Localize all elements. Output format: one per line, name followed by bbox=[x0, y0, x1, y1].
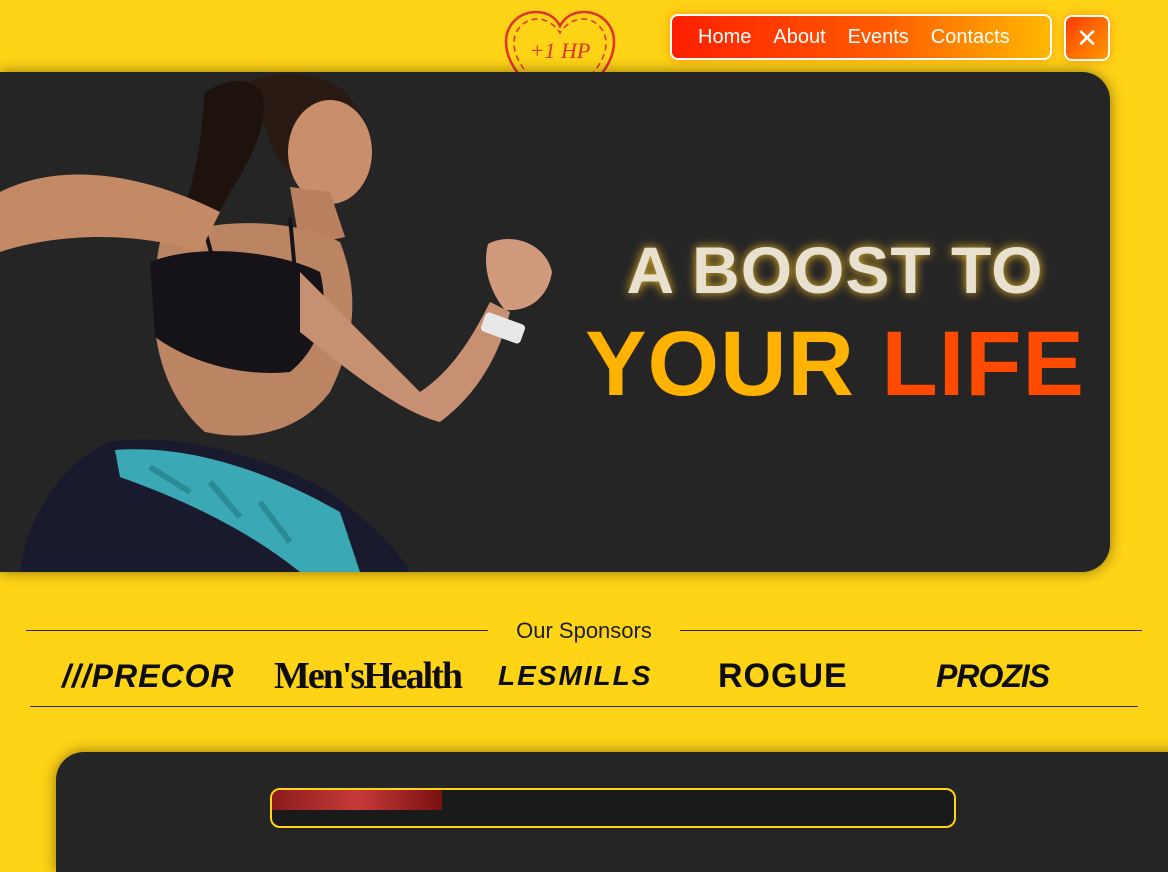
sponsor-logos-row: ///PRECOR Men'sHealth LESMILLS ROGUE PRO… bbox=[30, 652, 1138, 700]
nav-contacts-link[interactable]: Contacts bbox=[931, 26, 1010, 49]
sponsors-bottom-divider bbox=[30, 706, 1138, 707]
hero-banner: A BOOST TO YOUR LIFE bbox=[0, 72, 1110, 572]
hero-word-your: YOUR bbox=[585, 313, 855, 415]
nav-home-link[interactable]: Home bbox=[698, 26, 751, 49]
logo-text: +1 HP bbox=[530, 38, 591, 63]
sponsor-lesmills-logo[interactable]: LESMILLS bbox=[498, 652, 652, 700]
close-icon: ✕ bbox=[1076, 22, 1098, 53]
sponsor-prozis-logo[interactable]: PROZIS bbox=[936, 652, 1050, 700]
event-card-image bbox=[272, 790, 442, 810]
nav-about-link[interactable]: About bbox=[773, 26, 825, 49]
runner-woman-image bbox=[0, 73, 552, 572]
sponsor-menshealth-logo[interactable]: Men'sHealth bbox=[274, 652, 463, 700]
sponsors-header: Our Sponsors bbox=[26, 616, 1142, 646]
close-menu-button[interactable]: ✕ bbox=[1064, 15, 1110, 61]
hero-word-life: LIFE bbox=[881, 313, 1085, 415]
sponsor-precor-logo[interactable]: ///PRECOR bbox=[62, 652, 235, 700]
hero-headline-line2: YOUR LIFE bbox=[585, 312, 1085, 417]
event-card[interactable] bbox=[270, 788, 956, 828]
nav-events-link[interactable]: Events bbox=[848, 26, 909, 49]
main-nav: Home About Events Contacts bbox=[670, 14, 1052, 60]
hero-headline-line1: A BOOST TO bbox=[626, 233, 1044, 307]
sponsor-rogue-logo[interactable]: ROGUE bbox=[718, 652, 848, 700]
sponsors-title: Our Sponsors bbox=[516, 618, 652, 643]
